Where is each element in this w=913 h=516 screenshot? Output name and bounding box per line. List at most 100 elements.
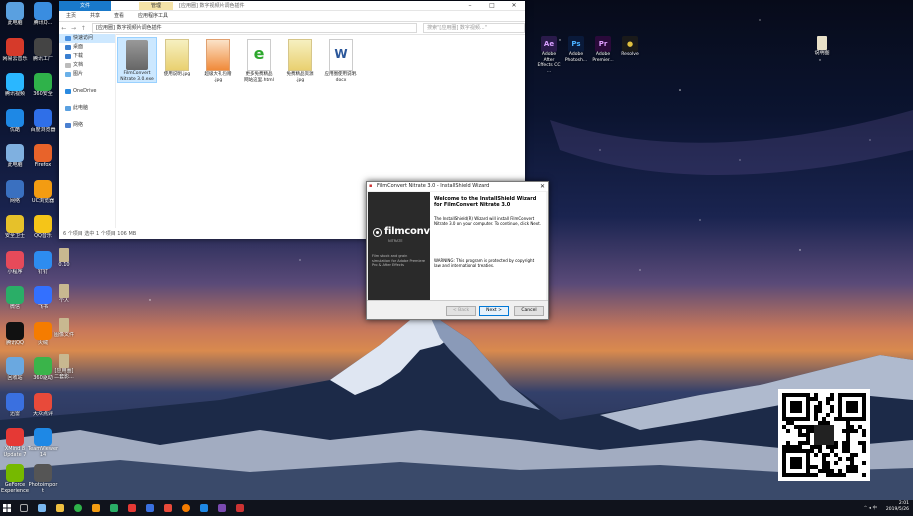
desktop-icon[interactable]: 大众点评 — [26, 392, 60, 417]
nav-item[interactable]: 网络 — [59, 121, 115, 130]
system-tray[interactable]: ^ ◂ 中 — [864, 505, 877, 511]
desktop-icon[interactable]: ● Resolve — [618, 36, 642, 58]
nav-item[interactable]: 下载 — [59, 52, 115, 61]
desktop-icon-label: [应用圈] 二套影... — [54, 368, 74, 380]
desktop-icon-label: Adobe Photosh... — [564, 52, 588, 63]
desktop-icon[interactable]: Pr Adobe Premier... — [591, 36, 615, 63]
banner-description: Film stock and grain simulation for Adob… — [372, 254, 426, 267]
context-tab-manage[interactable]: 管理 — [139, 2, 173, 10]
app-icon-4[interactable] — [218, 504, 226, 512]
app-icon[interactable] — [146, 504, 154, 512]
cancel-button[interactable]: Cancel — [514, 306, 544, 316]
edge-icon[interactable] — [38, 504, 46, 512]
taskbar: ^ ◂ 中 2:01 2019/5/26 — [0, 500, 913, 516]
app-icon — [6, 215, 24, 233]
desktop-icon[interactable]: Firefox — [26, 144, 60, 168]
dialog-title-bar[interactable]: ▪ FilmConvert Nitrate 3.0 - InstallShiel… — [367, 182, 548, 191]
file-item[interactable]: 使用说明.jpg — [158, 37, 196, 78]
desktop-icon[interactable]: 图像文件 — [47, 318, 81, 338]
desktop-icon-label: 说明图 — [814, 50, 830, 56]
file-item[interactable]: 免费精品资源 .jpg — [281, 37, 319, 83]
close-button[interactable]: ✕ — [503, 1, 525, 10]
desktop-icon[interactable]: UC浏览器 — [26, 179, 60, 204]
nav-item[interactable]: 文档 — [59, 61, 115, 70]
file-name: 免费精品资源 .jpg — [286, 72, 314, 83]
address-bar[interactable]: [应用圈] 数字视频片调色插件 — [92, 23, 418, 33]
netease-icon[interactable] — [128, 504, 136, 512]
installshield-wizard-dialog[interactable]: ▪ FilmConvert Nitrate 3.0 - InstallShiel… — [366, 181, 549, 320]
desktop-icon[interactable]: QQ音乐 — [26, 215, 60, 239]
task-view-icon[interactable] — [20, 504, 28, 512]
tab-file[interactable]: 文件 — [59, 1, 111, 11]
desktop-icon-label: Firefox — [34, 162, 52, 168]
desktop-icon-label: 个人 — [58, 298, 69, 304]
file-name: FilmConvert Nitrate 3.0.exe — [120, 71, 154, 82]
folder-taskbar-icon[interactable] — [56, 504, 64, 512]
wizard-banner: filmconvert NITRATE Film stock and grain… — [368, 192, 446, 300]
clock[interactable]: 2:01 2019/5/26 — [886, 501, 909, 513]
wechat-icon[interactable] — [110, 504, 118, 512]
desktop-icon-readme[interactable]: 说明图 — [805, 36, 839, 56]
desktop-icon[interactable]: Ps Adobe Photosh... — [564, 36, 588, 63]
tab-view[interactable]: 查看 — [107, 11, 131, 21]
desktop-icon[interactable]: 360安全 — [26, 73, 60, 97]
desktop-icon[interactable]: 百度浏览器 — [26, 108, 60, 133]
app-icon — [34, 37, 52, 56]
desktop-icon[interactable]: 个人 — [47, 284, 81, 304]
minimize-button[interactable]: – — [459, 1, 481, 10]
desktop-icon-label: 钉钉 — [37, 268, 48, 275]
firefox-icon[interactable] — [182, 504, 190, 512]
uc-browser-icon[interactable] — [92, 504, 100, 512]
nav-item[interactable]: OneDrive — [59, 87, 115, 96]
dialog-title: FilmConvert Nitrate 3.0 - InstallShield … — [377, 183, 490, 189]
installer-taskbar-icon[interactable] — [236, 504, 244, 512]
back-button[interactable]: < Back — [446, 306, 476, 316]
file-name: 使用说明.jpg — [163, 72, 191, 77]
nav-item[interactable]: 此电脑 — [59, 104, 115, 113]
file-item[interactable]: W 应用圈使用说明. docx — [322, 37, 360, 83]
app-icon — [6, 37, 24, 56]
windows-start-icon[interactable] — [3, 504, 11, 512]
tab-app-tools[interactable]: 应用程序工具 — [131, 11, 175, 21]
app-icon-2[interactable] — [164, 504, 172, 512]
search-box[interactable]: 搜索"[应用圈] 数字视频..." — [423, 23, 526, 33]
desktop-icon[interactable]: [应用圈] 二套影... — [47, 354, 81, 380]
clock-date: 2019/5/26 — [885, 507, 909, 512]
desktop-icon[interactable]: TeamViewer 14 — [26, 428, 60, 458]
nav-item[interactable]: 图片 — [59, 70, 115, 79]
dialog-close-button[interactable]: ✕ — [540, 182, 545, 191]
app-icon — [6, 357, 24, 375]
desktop-icon-label: 腾讯Q... — [33, 20, 53, 26]
file-item[interactable]: e 更多免费精品 网站这里.html — [240, 37, 278, 83]
next-button[interactable]: Next > — [479, 306, 509, 316]
desktop-icon[interactable]: 腾讯工厂 — [26, 37, 60, 62]
welcome-heading: Welcome to the InstallShield Wizard for … — [434, 196, 537, 208]
desktop-icon-label: UC浏览器 — [31, 197, 55, 204]
desktop-icon[interactable]: 腾讯Q... — [26, 2, 60, 26]
back-arrow-icon[interactable]: ← — [59, 25, 69, 32]
explorer-title-bar[interactable]: ■ ▾ ▪ ▾ 管理 [应用圈] 数字视频片调色插件 – □ ✕ — [59, 1, 525, 11]
app-icon — [6, 2, 24, 20]
word-file-icon: W — [329, 39, 353, 71]
desktop-icon[interactable]: 0.10 — [47, 248, 81, 268]
tab-share[interactable]: 共享 — [83, 11, 107, 21]
nav-item-icon — [65, 63, 71, 68]
app-icon-3[interactable] — [200, 504, 208, 512]
desktop-icon[interactable]: Photoimpor t — [26, 463, 60, 494]
browser-360-icon[interactable] — [74, 504, 82, 512]
nav-item[interactable]: 桌面 — [59, 43, 115, 52]
tab-home[interactable]: 主页 — [59, 11, 83, 21]
app-icon — [6, 321, 24, 340]
file-item[interactable]: FilmConvert Nitrate 3.0.exe — [117, 37, 157, 83]
app-icon — [6, 428, 24, 446]
file-item[interactable]: 超级大礼包赠 .jpg — [199, 37, 237, 83]
forward-arrow-icon[interactable]: → — [69, 25, 79, 32]
app-icon — [34, 73, 52, 91]
desktop-icon[interactable]: Ae Adobe After Effects CC ... — [537, 36, 561, 74]
nav-item[interactable]: 快速访问 — [59, 34, 115, 43]
status-bar: 6 个项目 选中 1 个项目 106 MB — [63, 231, 137, 237]
wizard-button-bar: < Back Next > Cancel — [367, 300, 548, 319]
up-arrow-icon[interactable]: ↑ — [78, 25, 88, 32]
app-icon — [6, 144, 24, 162]
maximize-button[interactable]: □ — [481, 1, 503, 10]
